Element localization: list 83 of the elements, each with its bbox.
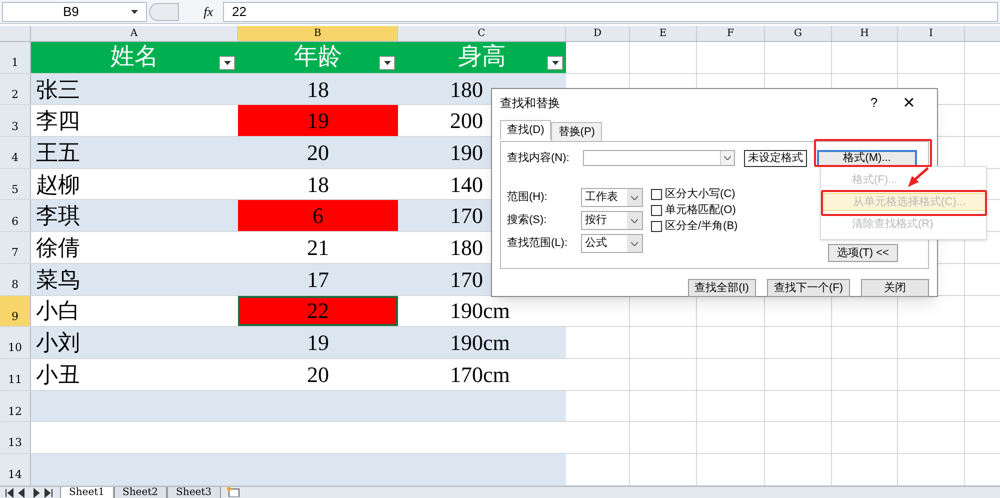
row-header[interactable]: 9 xyxy=(0,296,31,326)
dialog-tab[interactable]: 替换(P) xyxy=(551,122,602,142)
table-cell: 190cm xyxy=(398,327,566,358)
table-header: 身高 xyxy=(457,42,507,72)
table-cell: 19 xyxy=(238,327,398,358)
table-cell: 李琪 xyxy=(31,200,238,232)
option-select[interactable]: 公式 xyxy=(581,234,643,253)
caret-icon xyxy=(224,60,230,65)
row-header[interactable]: 4 xyxy=(0,137,31,168)
table-header: 年龄 xyxy=(293,43,343,72)
row-header[interactable]: 14 xyxy=(0,454,31,485)
table-cell: 王五 xyxy=(31,137,238,168)
chevron-down-icon xyxy=(631,218,638,222)
chevron-down-icon xyxy=(631,242,638,246)
table-cell: 22 xyxy=(238,296,398,326)
row-header[interactable]: 12 xyxy=(0,390,31,422)
row-header[interactable]: 2 xyxy=(0,74,31,104)
column-header[interactable]: I xyxy=(898,26,965,41)
dialog-button[interactable]: 关闭 xyxy=(861,279,929,297)
chevron-down-icon xyxy=(631,196,638,200)
row-header[interactable]: 8 xyxy=(0,264,31,294)
option-select[interactable]: 按行 xyxy=(581,211,643,230)
table-cell: 17 xyxy=(238,264,398,294)
caret-icon xyxy=(552,60,558,65)
option-select[interactable]: 工作表 xyxy=(581,188,643,207)
sheet-tab[interactable]: Sheet2 xyxy=(114,487,168,498)
column-header[interactable]: C xyxy=(398,26,566,41)
filter-button[interactable] xyxy=(379,56,395,70)
filter-button[interactable] xyxy=(219,56,235,70)
column-header[interactable]: B xyxy=(238,26,398,41)
column-header[interactable]: G xyxy=(765,26,832,41)
chevron-down-icon xyxy=(724,156,731,160)
arrow-icon xyxy=(906,166,930,190)
dialog-button[interactable]: 查找全部(I) xyxy=(688,279,756,297)
slider-handle-icon xyxy=(149,2,179,20)
format-preview: 未设定格式 xyxy=(744,150,807,166)
column-header[interactable]: E xyxy=(630,26,697,41)
table-cell: 19 xyxy=(238,105,398,136)
table-cell: 张三 xyxy=(31,74,238,104)
formula-field[interactable]: 22 xyxy=(223,2,998,22)
column-header[interactable]: D xyxy=(566,26,630,41)
field-label: 查找范围(L): xyxy=(507,236,568,252)
row-header[interactable]: 13 xyxy=(0,422,31,453)
table-cell: 小刘 xyxy=(31,327,238,358)
checkbox-label: 区分全/半角(B) xyxy=(665,218,738,234)
row-header[interactable]: 1 xyxy=(0,42,31,73)
table-cell: 菜鸟 xyxy=(31,264,238,294)
row-header[interactable]: 6 xyxy=(0,200,31,232)
filter-button[interactable] xyxy=(547,56,563,70)
table-cell: 18 xyxy=(238,74,398,104)
checkbox[interactable] xyxy=(651,220,662,232)
caret-icon xyxy=(131,10,138,14)
row-header[interactable]: 10 xyxy=(0,327,31,358)
sheet-tab[interactable]: Sheet3 xyxy=(167,487,221,498)
dialog-tab[interactable]: 查找(D) xyxy=(500,120,552,140)
row-header[interactable]: 3 xyxy=(0,105,31,136)
name-box[interactable]: B9 xyxy=(2,2,147,22)
row-header[interactable]: 5 xyxy=(0,168,31,200)
options-button[interactable]: 选项(T) << xyxy=(828,244,898,262)
insert-sheet-icon[interactable] xyxy=(224,487,241,497)
row-header[interactable]: 7 xyxy=(0,232,31,263)
close-button[interactable]: × xyxy=(889,93,929,113)
format-button[interactable]: 格式(M)... xyxy=(817,150,917,166)
function-label[interactable]: fx xyxy=(181,2,221,22)
dropdown-button[interactable] xyxy=(627,212,642,229)
checkbox-label: 区分大小写(C) xyxy=(665,186,736,202)
dropdown-button[interactable] xyxy=(627,189,642,206)
dialog-button[interactable]: 查找下一个(F) xyxy=(766,279,850,297)
table-cell: 20 xyxy=(238,137,398,168)
sheet-tab[interactable]: Sheet1 xyxy=(60,487,114,498)
column-header[interactable]: H xyxy=(832,26,898,41)
table-header: 姓名 xyxy=(110,43,160,72)
checkbox-label: 单元格匹配(O) xyxy=(665,202,736,218)
dropdown-button[interactable] xyxy=(720,151,734,165)
field-label: 搜索(S): xyxy=(507,212,548,228)
row-header[interactable]: 11 xyxy=(0,358,31,390)
table-cell: 6 xyxy=(238,200,398,232)
column-header[interactable]: F xyxy=(697,26,765,41)
dropdown-button[interactable] xyxy=(627,235,642,252)
checkbox[interactable] xyxy=(651,188,662,200)
help-button[interactable]: ? xyxy=(859,93,889,113)
checkbox[interactable] xyxy=(651,204,662,216)
caret-icon xyxy=(384,60,390,65)
